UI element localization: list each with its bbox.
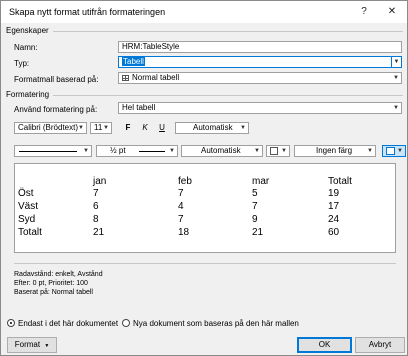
chevron-down-icon: ▼: [240, 125, 246, 131]
border-style-select[interactable]: ▼: [14, 145, 92, 157]
border-color-value: Automatisk: [201, 146, 241, 155]
new-docs-radio[interactable]: [122, 319, 130, 327]
border-weight-line: [139, 151, 165, 152]
chevron-down-icon: ▼: [254, 148, 260, 154]
based-on-label: Formatmall baserad på:: [14, 75, 99, 84]
formatting-section-label: Formatering: [6, 90, 50, 99]
preview-row-label: Syd: [18, 214, 36, 225]
help-button[interactable]: ?: [353, 4, 375, 20]
cancel-button[interactable]: Avbryt: [355, 337, 405, 353]
chevron-down-icon: ▼: [391, 57, 401, 67]
preview-row-label: Öst: [18, 188, 34, 199]
italic-button[interactable]: K: [139, 122, 151, 134]
preview-row-label: Väst: [18, 201, 39, 212]
chevron-down-icon: ▼: [83, 148, 89, 154]
preview-row-label: Totalt: [18, 227, 42, 238]
name-input[interactable]: HRM:TableStyle: [118, 41, 402, 53]
properties-section-label: Egenskaper: [6, 26, 49, 35]
create-style-dialog: Skapa nytt format utifrån formateringen …: [0, 0, 408, 356]
format-button[interactable]: Format ▼: [7, 337, 57, 353]
based-on-value: Normal tabell: [132, 73, 180, 82]
borders-select[interactable]: ▼: [266, 145, 290, 157]
chevron-down-icon: ▼: [367, 148, 373, 154]
preview-cell: 4: [178, 201, 184, 212]
chevron-down-icon: ▼: [78, 125, 84, 131]
ok-button[interactable]: OK: [297, 337, 352, 353]
border-weight-value: ½ pt: [110, 146, 126, 155]
shading-select[interactable]: Ingen färg ▼: [294, 145, 376, 157]
preview-cell: 21: [252, 227, 264, 238]
border-weight-select[interactable]: ½ pt ▼: [96, 145, 178, 157]
only-this-doc-label[interactable]: Endast i det här dokumentet: [18, 319, 118, 328]
apply-to-select[interactable]: Hel tabell ▼: [118, 102, 402, 114]
preview-cell: 8: [93, 214, 99, 225]
preview-header-cell: jan: [93, 176, 107, 187]
chevron-down-icon: ▼: [393, 75, 399, 81]
preview-cell: 19: [328, 188, 340, 199]
preview-cell: 21: [93, 227, 105, 238]
style-description: Radavstånd: enkelt, Avstånd Efter: 0 pt,…: [14, 263, 396, 305]
only-this-doc-radio[interactable]: [7, 319, 15, 327]
title-bar: Skapa nytt format utifrån formateringen …: [1, 1, 407, 23]
preview-cell: 18: [178, 227, 190, 238]
table-preview: jan feb mar Totalt Öst 7 7 5 19 Väst 6 4…: [14, 163, 396, 253]
properties-separator: [53, 31, 403, 32]
dialog-title: Skapa nytt format utifrån formateringen: [9, 7, 166, 17]
preview-cell: 9: [252, 214, 258, 225]
apply-to-label: Använd formatering på:: [14, 105, 98, 114]
description-line: Baserat på: Normal tabell: [14, 289, 93, 296]
preview-header-cell: mar: [252, 176, 270, 187]
font-color-value: Automatisk: [193, 123, 233, 132]
border-color-select[interactable]: Automatisk ▼: [181, 145, 263, 157]
preview-cell: 7: [93, 188, 99, 199]
chevron-down-icon: ▼: [397, 148, 403, 154]
format-button-label: Format: [14, 340, 41, 349]
shading-value: Ingen färg: [316, 146, 353, 155]
underline-button[interactable]: U: [156, 122, 168, 134]
preview-header-cell: Totalt: [328, 176, 352, 187]
apply-to-value: Hel tabell: [122, 103, 156, 112]
chevron-down-icon: ▼: [103, 125, 109, 131]
font-select[interactable]: Calibri (Brödtext) ▼: [14, 122, 87, 134]
chevron-down-icon: ▼: [393, 105, 399, 111]
chevron-down-icon: ▼: [281, 148, 287, 154]
preview-cell: 7: [252, 201, 258, 212]
font-size-select[interactable]: 11 ▼: [90, 122, 112, 134]
description-line: Efter: 0 pt, Prioritet: 100: [14, 280, 88, 287]
description-line: Radavstånd: enkelt, Avstånd: [14, 271, 103, 278]
formatting-separator: [53, 95, 403, 96]
preview-header-cell: feb: [178, 176, 192, 187]
type-label: Typ:: [14, 59, 30, 68]
chevron-down-icon: ▼: [169, 148, 175, 154]
chevron-down-icon: ▼: [44, 343, 50, 349]
type-select-value: Tabell: [122, 57, 145, 66]
preview-cell: 7: [178, 188, 184, 199]
preview-cell: 5: [252, 188, 258, 199]
new-docs-label[interactable]: Nya dokument som baseras på den här mall…: [133, 319, 299, 328]
table-style-icon: [386, 147, 395, 155]
bold-button[interactable]: F: [122, 122, 134, 134]
table-styles-button[interactable]: ▼: [382, 145, 406, 157]
close-button[interactable]: ✕: [381, 4, 403, 20]
table-style-icon: [122, 75, 129, 81]
type-select[interactable]: Tabell ▼: [118, 56, 402, 68]
preview-cell: 17: [328, 201, 340, 212]
based-on-select[interactable]: Normal tabell ▼: [118, 72, 402, 84]
borders-grid-icon: [270, 147, 278, 155]
border-line-sample: [19, 151, 77, 152]
preview-cell: 7: [178, 214, 184, 225]
preview-cell: 6: [93, 201, 99, 212]
font-color-select[interactable]: Automatisk ▼: [175, 122, 249, 134]
preview-cell: 60: [328, 227, 340, 238]
preview-cell: 24: [328, 214, 340, 225]
name-label: Namn:: [14, 43, 38, 52]
font-value: Calibri (Brödtext): [18, 123, 79, 132]
